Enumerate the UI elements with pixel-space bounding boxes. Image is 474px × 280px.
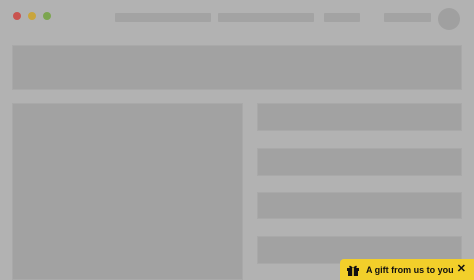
nav-placeholder-4 bbox=[384, 13, 431, 22]
gift-banner-text: A gift from us to you bbox=[366, 264, 454, 275]
browser-window: A gift from us to you ✕ bbox=[0, 0, 474, 280]
title-bar bbox=[0, 0, 474, 34]
maximize-window-dot[interactable] bbox=[43, 12, 51, 20]
minimize-window-dot[interactable] bbox=[28, 12, 36, 20]
side-card-placeholder-1 bbox=[257, 103, 462, 131]
main-content-placeholder bbox=[12, 103, 243, 280]
side-card-placeholder-2 bbox=[257, 148, 462, 176]
nav-placeholder-3 bbox=[324, 13, 360, 22]
avatar[interactable] bbox=[438, 8, 460, 30]
nav-placeholder-2 bbox=[218, 13, 314, 22]
side-card-placeholder-3 bbox=[257, 192, 462, 219]
gift-icon bbox=[346, 263, 360, 277]
close-window-dot[interactable] bbox=[13, 12, 21, 20]
gift-banner[interactable]: A gift from us to you ✕ bbox=[340, 259, 474, 280]
nav-placeholder-1 bbox=[115, 13, 211, 22]
close-icon[interactable]: ✕ bbox=[457, 264, 474, 275]
hero-placeholder bbox=[12, 45, 462, 90]
